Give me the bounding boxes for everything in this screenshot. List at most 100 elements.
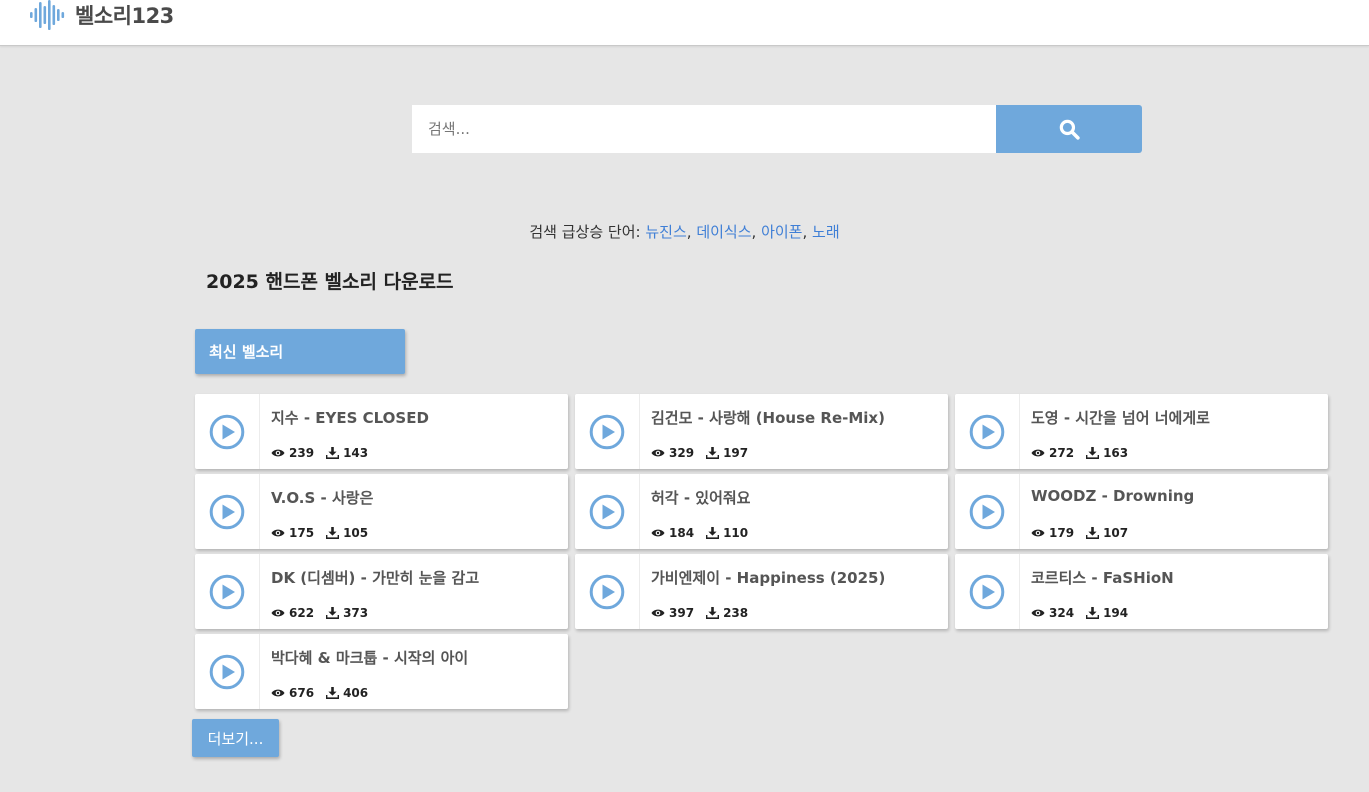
play-circle-icon (589, 414, 625, 449)
view-count: 175 (271, 526, 314, 540)
play-button[interactable] (955, 474, 1020, 549)
view-count: 676 (271, 686, 314, 700)
view-count: 397 (651, 606, 694, 620)
play-button[interactable] (575, 554, 640, 629)
trending-term[interactable]: 데이식스 (696, 223, 751, 241)
search-button[interactable] (996, 105, 1142, 153)
play-circle-icon (969, 494, 1005, 529)
ringtone-title[interactable]: 도영 - 시간을 넘어 너에게로 (1031, 407, 1210, 428)
download-icon (706, 527, 720, 539)
ringtone-card[interactable]: V.O.S - 사랑은 175 105 (195, 474, 568, 549)
download-icon (326, 607, 340, 619)
search-icon (1059, 119, 1080, 140)
play-circle-icon (589, 574, 625, 609)
play-circle-icon (209, 574, 245, 609)
eye-icon (651, 449, 665, 457)
load-more-button[interactable]: 더보기... (192, 719, 279, 757)
view-count: 179 (1031, 526, 1074, 540)
ringtone-card[interactable]: 김건모 - 사랑해 (House Re-Mix) 329 197 (575, 394, 948, 469)
play-button[interactable] (575, 474, 640, 549)
ringtone-stats: 184 110 (651, 526, 760, 540)
download-icon (326, 447, 340, 459)
eye-icon (271, 689, 285, 697)
ringtone-stats: 175 105 (271, 526, 380, 540)
download-count: 238 (706, 606, 748, 620)
sound-wave-icon (30, 0, 65, 30)
ringtone-card[interactable]: DK (디셈버) - 가만히 눈을 감고 622 373 (195, 554, 568, 629)
play-circle-icon (589, 494, 625, 529)
ringtone-title[interactable]: WOODZ - Drowning (1031, 487, 1194, 505)
download-icon (1086, 607, 1100, 619)
view-count: 239 (271, 446, 314, 460)
download-count: 194 (1086, 606, 1128, 620)
search-bar (412, 105, 1142, 153)
download-icon (326, 527, 340, 539)
ringtone-title[interactable]: 박다혜 & 마크툽 - 시작의 아이 (271, 647, 468, 668)
ringtone-stats: 676 406 (271, 686, 380, 700)
ringtone-title[interactable]: 지수 - EYES CLOSED (271, 407, 429, 428)
play-button[interactable] (195, 634, 260, 709)
ringtone-stats: 239 143 (271, 446, 380, 460)
ringtone-stats: 329 197 (651, 446, 760, 460)
eye-icon (1031, 609, 1045, 617)
download-count: 105 (326, 526, 368, 540)
play-circle-icon (209, 494, 245, 529)
view-count: 272 (1031, 446, 1074, 460)
download-count: 406 (326, 686, 368, 700)
download-count: 373 (326, 606, 368, 620)
ringtone-card[interactable]: 허각 - 있어줘요 184 110 (575, 474, 948, 549)
ringtone-title[interactable]: V.O.S - 사랑은 (271, 487, 373, 508)
play-button[interactable] (195, 394, 260, 469)
view-count: 184 (651, 526, 694, 540)
ringtone-title[interactable]: 코르티스 - FaSHioN (1031, 567, 1174, 588)
search-input[interactable] (412, 105, 996, 153)
page-title: 2025 핸드폰 벨소리 다운로드 (206, 271, 454, 293)
eye-icon (651, 529, 665, 537)
site-header: 벨소리123 (0, 0, 1369, 46)
tab-latest-ringtones[interactable]: 최신 벨소리 (195, 329, 405, 374)
play-button[interactable] (195, 554, 260, 629)
play-circle-icon (969, 574, 1005, 609)
download-icon (1086, 527, 1100, 539)
trending-keywords: 검색 급상승 단어: 뉴진스, 데이식스, 아이폰, 노래 (529, 223, 840, 241)
download-count: 110 (706, 526, 748, 540)
eye-icon (271, 449, 285, 457)
play-button[interactable] (575, 394, 640, 469)
ringtone-stats: 324 194 (1031, 606, 1140, 620)
site-logo[interactable]: 벨소리123 (30, 0, 174, 30)
trending-term[interactable]: 뉴진스 (645, 223, 686, 241)
download-count: 197 (706, 446, 748, 460)
ringtone-card[interactable]: 지수 - EYES CLOSED 239 143 (195, 394, 568, 469)
view-count: 329 (651, 446, 694, 460)
play-button[interactable] (195, 474, 260, 549)
ringtone-card[interactable]: 코르티스 - FaSHioN 324 194 (955, 554, 1328, 629)
ringtone-card[interactable]: WOODZ - Drowning 179 107 (955, 474, 1328, 549)
trending-label: 검색 급상승 단어: (529, 223, 641, 241)
trending-term[interactable]: 아이폰 (761, 223, 802, 241)
eye-icon (1031, 529, 1045, 537)
ringtone-card[interactable]: 도영 - 시간을 넘어 너에게로 272 163 (955, 394, 1328, 469)
trending-term[interactable]: 노래 (812, 223, 840, 241)
eye-icon (1031, 449, 1045, 457)
ringtone-title[interactable]: 가비엔제이 - Happiness (2025) (651, 567, 885, 588)
view-count: 324 (1031, 606, 1074, 620)
eye-icon (651, 609, 665, 617)
download-icon (326, 687, 340, 699)
ringtone-title[interactable]: 김건모 - 사랑해 (House Re-Mix) (651, 407, 885, 428)
ringtone-stats: 622 373 (271, 606, 380, 620)
eye-icon (271, 609, 285, 617)
download-icon (1086, 447, 1100, 459)
ringtone-title[interactable]: DK (디셈버) - 가만히 눈을 감고 (271, 567, 479, 588)
play-button[interactable] (955, 554, 1020, 629)
play-circle-icon (209, 414, 245, 449)
download-icon (706, 607, 720, 619)
ringtone-card[interactable]: 박다혜 & 마크툽 - 시작의 아이 676 406 (195, 634, 568, 709)
ringtone-title[interactable]: 허각 - 있어줘요 (651, 487, 750, 508)
download-icon (706, 447, 720, 459)
play-button[interactable] (955, 394, 1020, 469)
logo-text: 벨소리123 (75, 4, 174, 28)
ringtone-stats: 397 238 (651, 606, 760, 620)
download-count: 107 (1086, 526, 1128, 540)
ringtone-card[interactable]: 가비엔제이 - Happiness (2025) 397 238 (575, 554, 948, 629)
eye-icon (271, 529, 285, 537)
